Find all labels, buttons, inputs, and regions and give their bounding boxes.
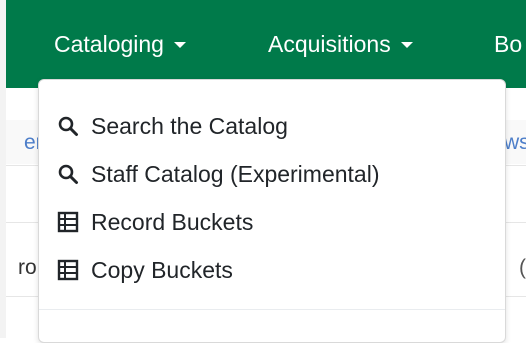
table-icon (57, 211, 79, 233)
nav-acquisitions-label: Acquisitions (268, 30, 391, 57)
background-text-fragment: ro (18, 256, 37, 279)
nav-booking-dropdown[interactable]: Bo (494, 0, 522, 88)
search-icon (58, 164, 78, 184)
menu-item-copy-buckets[interactable]: Copy Buckets (57, 253, 233, 287)
background-divider (6, 222, 38, 223)
search-icon (58, 116, 78, 136)
background-divider (6, 165, 38, 166)
nav-booking-label: Bo (494, 30, 523, 57)
caret-down-icon (173, 42, 186, 48)
nav-cataloging-dropdown[interactable]: Cataloging (54, 0, 186, 88)
background-divider (504, 222, 526, 223)
nav-acquisitions-dropdown[interactable]: Acquisitions (268, 0, 413, 88)
nav-cataloging-label: Cataloging (54, 30, 164, 57)
background-link-fragment[interactable]: ws (504, 131, 526, 155)
menu-item-record-buckets[interactable]: Record Buckets (57, 205, 253, 239)
background-divider (504, 296, 526, 297)
menu-item-label: Search the Catalog (91, 112, 288, 139)
table-icon (57, 259, 79, 281)
background-divider (504, 165, 526, 166)
top-navbar: Cataloging Acquisitions Bo (6, 0, 526, 88)
cataloging-dropdown-menu: Search the Catalog Staff Catalog (Experi… (38, 79, 506, 343)
menu-item-label: Record Buckets (91, 208, 254, 235)
menu-item-label: Copy Buckets (91, 256, 233, 283)
background-divider (6, 296, 38, 297)
menu-item-staff-catalog[interactable]: Staff Catalog (Experimental) (57, 157, 380, 191)
caret-down-icon (400, 42, 413, 48)
menu-divider (39, 309, 505, 310)
menu-item-label: Staff Catalog (Experimental) (91, 160, 380, 187)
menu-item-search-catalog[interactable]: Search the Catalog (57, 109, 288, 143)
background-text-fragment: ( (519, 256, 526, 279)
